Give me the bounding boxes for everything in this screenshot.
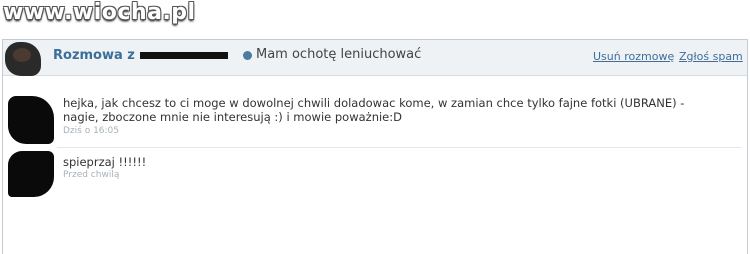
message-timestamp: Dziś o 16:05 [63, 126, 120, 136]
report-spam-link[interactable]: Zgłoś spam [679, 50, 743, 63]
contact-name[interactable] [140, 48, 230, 61]
message-item: hejka, jak chcesz to ci moge w dowolnej … [3, 88, 747, 146]
contact-status: Mam ochotę leniuchować [256, 47, 422, 62]
message-timestamp: Przed chwilą [63, 170, 120, 180]
status-dot-icon [243, 51, 252, 60]
conversation-panel: Rozmowa z Mam ochotę leniuchować Usuń ro… [2, 39, 748, 254]
sender-avatar[interactable] [8, 96, 54, 144]
conversation-header: Rozmowa z Mam ochotę leniuchować Usuń ro… [3, 40, 747, 76]
message-text: spieprzaj !!!!!! [63, 155, 147, 169]
message-text: hejka, jak chcesz to ci moge w dowolnej … [63, 96, 685, 124]
delete-conversation-link[interactable]: Usuń rozmowę [593, 50, 674, 63]
sender-avatar[interactable] [8, 151, 54, 197]
redaction-scribble [140, 52, 228, 59]
conversation-title: Rozmowa z [53, 48, 135, 63]
site-watermark: www.wiocha.pl [3, 0, 196, 25]
contact-avatar[interactable] [5, 42, 41, 76]
message-item: spieprzaj !!!!!! Przed chwilą [3, 148, 747, 198]
